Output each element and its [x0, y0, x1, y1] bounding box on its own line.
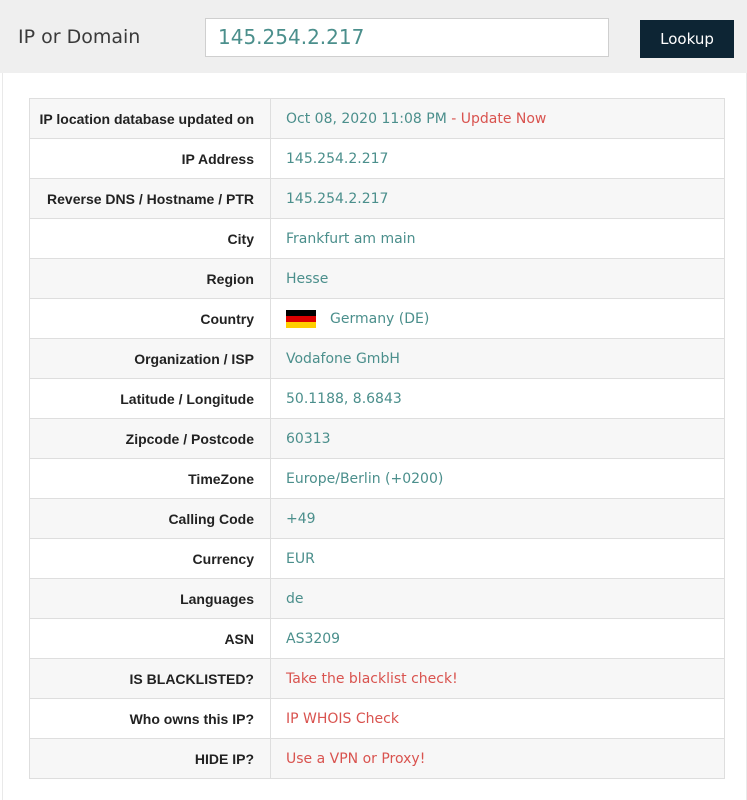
- row-label: Zipcode / Postcode: [29, 418, 271, 459]
- table-row: ASN AS3209: [29, 618, 725, 659]
- table-row: Region Hesse: [29, 258, 725, 299]
- row-value: Oct 08, 2020 11:08 PM - Update Now: [270, 98, 725, 139]
- table-row: Reverse DNS / Hostname / PTR 145.254.2.2…: [29, 178, 725, 219]
- row-label: TimeZone: [29, 458, 271, 499]
- lookup-bar: IP or Domain 145.254.2.217 Lookup: [0, 0, 747, 73]
- org-value: Vodafone GmbH: [270, 338, 725, 379]
- vpn-proxy-link[interactable]: Use a VPN or Proxy!: [286, 751, 425, 767]
- ip-info-table: IP location database updated on Oct 08, …: [29, 98, 725, 779]
- row-value: Germany (DE): [270, 298, 725, 339]
- table-row: Latitude / Longitude 50.1188, 8.6843: [29, 378, 725, 419]
- lookup-button[interactable]: Lookup: [640, 20, 734, 58]
- table-row: Currency EUR: [29, 538, 725, 579]
- table-row: TimeZone Europe/Berlin (+0200): [29, 458, 725, 499]
- row-label: Who owns this IP?: [29, 698, 271, 739]
- row-label: Region: [29, 258, 271, 299]
- row-label: IP location database updated on: [29, 98, 271, 139]
- table-row: IS BLACKLISTED? Take the blacklist check…: [29, 658, 725, 699]
- timezone-value: Europe/Berlin (+0200): [270, 458, 725, 499]
- country-value: Germany (DE): [330, 310, 430, 327]
- table-row: City Frankfurt am main: [29, 218, 725, 259]
- row-label: ASN: [29, 618, 271, 659]
- separator: -: [446, 110, 461, 127]
- ip-or-domain-label: IP or Domain: [18, 26, 141, 48]
- row-label: Reverse DNS / Hostname / PTR: [29, 178, 271, 219]
- whois-check-link[interactable]: IP WHOIS Check: [286, 711, 399, 727]
- updated-date: Oct 08, 2020 11:08 PM: [286, 110, 447, 127]
- row-label: HIDE IP?: [29, 738, 271, 779]
- table-row: IP Address 145.254.2.217: [29, 138, 725, 179]
- table-row: Country Germany (DE): [29, 298, 725, 339]
- row-label: Currency: [29, 538, 271, 579]
- row-label: City: [29, 218, 271, 259]
- row-value: Use a VPN or Proxy!: [270, 738, 725, 779]
- reverse-dns-value: 145.254.2.217: [270, 178, 725, 219]
- row-value: Take the blacklist check!: [270, 658, 725, 699]
- row-label: Languages: [29, 578, 271, 619]
- ip-domain-input[interactable]: 145.254.2.217: [205, 18, 609, 57]
- table-row: HIDE IP? Use a VPN or Proxy!: [29, 738, 725, 779]
- table-row: Who owns this IP? IP WHOIS Check: [29, 698, 725, 739]
- asn-value: AS3209: [270, 618, 725, 659]
- currency-value: EUR: [270, 538, 725, 579]
- table-row: Zipcode / Postcode 60313: [29, 418, 725, 459]
- city-value: Frankfurt am main: [270, 218, 725, 259]
- ip-address-value: 145.254.2.217: [270, 138, 725, 179]
- lat-lon-value: 50.1188, 8.6843: [270, 378, 725, 419]
- table-row: Languages de: [29, 578, 725, 619]
- row-value: IP WHOIS Check: [270, 698, 725, 739]
- languages-value: de: [270, 578, 725, 619]
- calling-code-value: +49: [270, 498, 725, 539]
- region-value: Hesse: [270, 258, 725, 299]
- table-row: Organization / ISP Vodafone GmbH: [29, 338, 725, 379]
- row-label: Country: [29, 298, 271, 339]
- table-row: Calling Code +49: [29, 498, 725, 539]
- row-label: Latitude / Longitude: [29, 378, 271, 419]
- blacklist-check-link[interactable]: Take the blacklist check!: [286, 671, 458, 687]
- row-label: IP Address: [29, 138, 271, 179]
- update-now-link[interactable]: Update Now: [461, 111, 547, 127]
- row-label: Calling Code: [29, 498, 271, 539]
- zipcode-value: 60313: [270, 418, 725, 459]
- row-label: Organization / ISP: [29, 338, 271, 379]
- row-label: IS BLACKLISTED?: [29, 658, 271, 699]
- table-row: IP location database updated on Oct 08, …: [29, 98, 725, 139]
- germany-flag-icon: [286, 309, 316, 328]
